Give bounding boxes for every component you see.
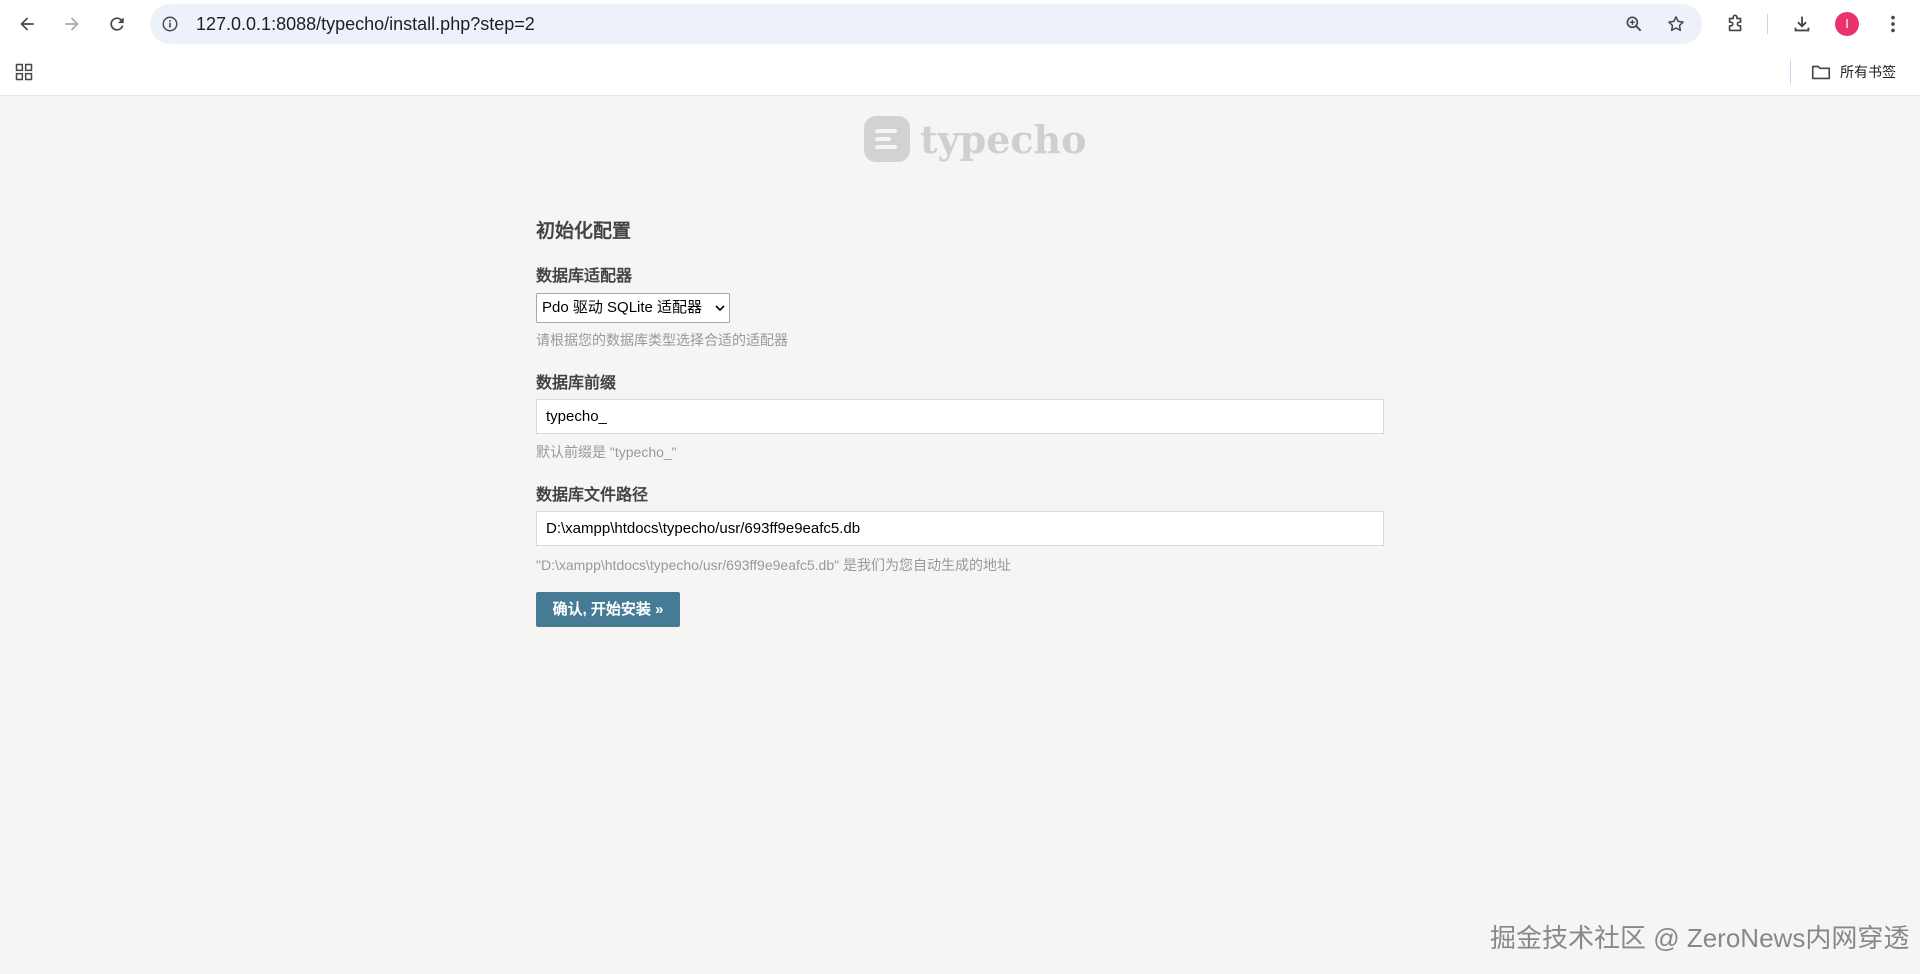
bookmarks-separator (1790, 60, 1791, 84)
prefix-label: 数据库前缀 (536, 375, 617, 392)
menu-icon[interactable] (1879, 10, 1907, 38)
adapter-label: 数据库适配器 (536, 268, 633, 285)
db-path-hint: "D:\xampp\htdocs\typecho/usr/693ff9e9eaf… (536, 557, 1011, 573)
extensions-icon[interactable] (1722, 10, 1750, 38)
all-bookmarks-button[interactable]: 所有书签 (1810, 58, 1896, 86)
typecho-logo: typecho (864, 116, 1087, 162)
chevron-down-icon (715, 305, 725, 312)
toolbar-separator (1767, 14, 1768, 34)
prefix-input[interactable]: typecho_ (536, 399, 1384, 434)
typecho-logo-icon (864, 116, 910, 162)
adapter-selected-value: Pdo 驱动 SQLite 适配器 (542, 299, 703, 316)
apps-grid-icon[interactable] (12, 60, 36, 84)
address-bar[interactable]: 127.0.0.1:8088/typecho/install.php?step=… (150, 4, 1702, 44)
watermark: 掘金技术社区 @ ZeroNews内网穿透 (1490, 923, 1910, 953)
page-title: 初始化配置 (536, 221, 632, 242)
zoom-icon[interactable] (1622, 12, 1646, 36)
logo-text: typecho (920, 116, 1087, 162)
download-icon[interactable] (1788, 10, 1816, 38)
forward-icon[interactable] (56, 8, 88, 40)
browser-toolbar: 127.0.0.1:8088/typecho/install.php?step=… (0, 0, 1920, 48)
folder-icon (1810, 61, 1832, 83)
bookmarks-bar: 所有书签 (0, 48, 1920, 96)
url-text[interactable]: 127.0.0.1:8088/typecho/install.php?step=… (196, 4, 535, 44)
prefix-hint: 默认前缀是 "typecho_" (536, 444, 677, 460)
profile-avatar[interactable]: I (1835, 12, 1859, 36)
all-bookmarks-label: 所有书签 (1840, 64, 1896, 80)
adapter-select[interactable]: Pdo 驱动 SQLite 适配器 (536, 293, 730, 323)
db-path-input[interactable]: D:\xampp\htdocs\typecho/usr/693ff9e9eafc… (536, 511, 1384, 546)
confirm-install-button[interactable]: 确认, 开始安装 » (536, 592, 680, 627)
bookmark-star-icon[interactable] (1664, 12, 1688, 36)
adapter-hint: 请根据您的数据库类型选择合适的适配器 (536, 332, 788, 348)
reload-icon[interactable] (101, 8, 133, 40)
site-info-icon[interactable] (160, 14, 180, 34)
db-path-label: 数据库文件路径 (536, 487, 649, 504)
back-icon[interactable] (11, 8, 43, 40)
